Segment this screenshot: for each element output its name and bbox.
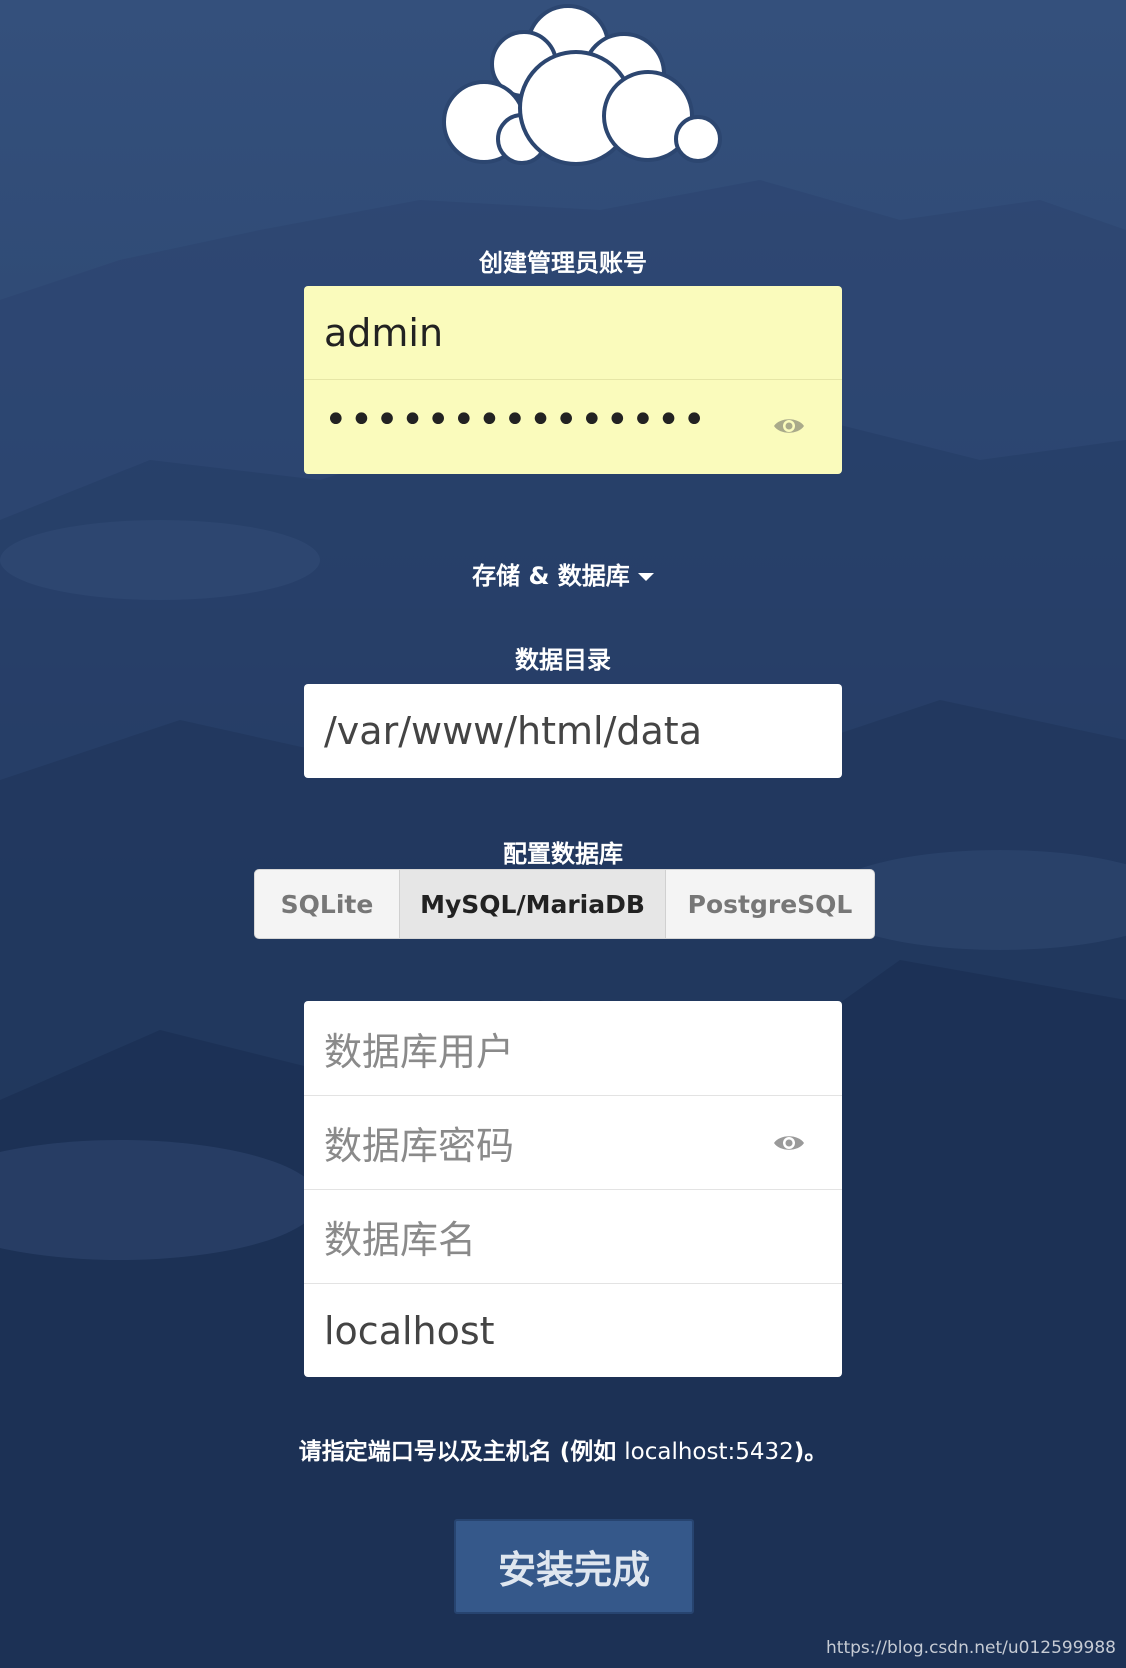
- data-directory-value: /var/www/html/data: [324, 709, 702, 753]
- data-directory-field[interactable]: /var/www/html/data: [304, 684, 842, 778]
- storage-database-toggle[interactable]: 存储 & 数据库: [0, 556, 1126, 591]
- database-type-selector: SQLite MySQL/MariaDB PostgreSQL: [254, 869, 875, 939]
- tab-sqlite[interactable]: SQLite: [255, 870, 399, 938]
- database-name-field[interactable]: 数据库名: [304, 1189, 842, 1283]
- hint-text-main: 请指定端口号以及主机名 (例如: [298, 1439, 617, 1465]
- database-user-placeholder: 数据库用户: [324, 1029, 515, 1074]
- port-hostname-hint: 请指定端口号以及主机名 (例如 localhost:5432)。: [0, 1432, 1126, 1466]
- hint-text-end: )。: [793, 1439, 828, 1465]
- admin-password-value: •••••••••••••••: [324, 397, 708, 443]
- admin-password-field[interactable]: •••••••••••••••: [304, 379, 842, 472]
- database-credentials-group: 数据库用户 数据库密码 数据库名 localhost: [304, 1001, 842, 1377]
- admin-username-value: admin: [324, 310, 444, 355]
- hint-example: localhost:5432: [624, 1439, 794, 1465]
- database-name-placeholder: 数据库名: [324, 1218, 477, 1262]
- admin-section-title: 创建管理员账号: [479, 249, 647, 277]
- owncloud-logo: [442, 4, 722, 166]
- admin-username-field[interactable]: admin: [304, 286, 842, 379]
- database-user-field[interactable]: 数据库用户: [304, 1001, 842, 1095]
- show-db-password-eye-icon[interactable]: [772, 1132, 806, 1154]
- configure-database-title: 配置数据库: [503, 840, 623, 868]
- storage-database-label: 存储 & 数据库: [472, 562, 630, 590]
- admin-credentials-group: admin •••••••••••••••: [304, 286, 842, 474]
- database-host-field[interactable]: localhost: [304, 1283, 842, 1377]
- data-directory-group: /var/www/html/data: [304, 684, 842, 778]
- finish-setup-button[interactable]: 安装完成: [454, 1519, 694, 1614]
- database-host-value: localhost: [324, 1308, 495, 1353]
- caret-down-icon: [637, 573, 654, 581]
- show-password-eye-icon[interactable]: [772, 415, 806, 437]
- watermark: https://blog.csdn.net/u012599988: [826, 1638, 1116, 1658]
- tab-postgresql[interactable]: PostgreSQL: [666, 870, 874, 938]
- database-password-field[interactable]: 数据库密码: [304, 1095, 842, 1189]
- tab-mysql-mariadb[interactable]: MySQL/MariaDB: [399, 870, 666, 938]
- database-password-placeholder: 数据库密码: [324, 1124, 515, 1168]
- data-directory-title: 数据目录: [515, 646, 611, 674]
